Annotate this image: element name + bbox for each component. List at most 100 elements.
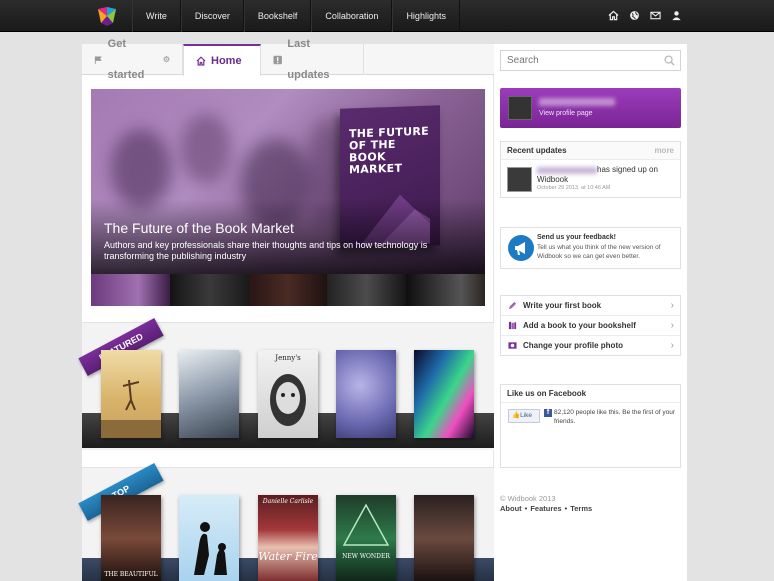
top-book[interactable] xyxy=(179,495,239,581)
top-book[interactable]: THE BEAUTIFUL xyxy=(101,495,161,581)
hero-thumbnail[interactable] xyxy=(91,274,170,306)
featured-book[interactable] xyxy=(336,350,396,438)
update-avatar[interactable] xyxy=(507,167,532,192)
widbook-logo-icon[interactable] xyxy=(96,5,118,27)
photo-icon xyxy=(508,342,517,349)
featured-book[interactable] xyxy=(101,350,161,438)
write-first-book-action[interactable]: Write your first book › xyxy=(501,296,680,316)
update-text: has signed up on xyxy=(597,165,658,174)
quick-actions-box: Write your first book › Add a book to yo… xyxy=(500,295,681,356)
feedback-megaphone-icon xyxy=(508,235,534,261)
book-cover-title: THE BEAUTIFUL xyxy=(104,571,158,578)
footer-features-link[interactable]: Features xyxy=(530,504,561,513)
action-label: Write your first book xyxy=(523,301,602,310)
update-user-redacted xyxy=(537,167,597,174)
hero-shade xyxy=(91,199,485,274)
facebook-icon: f xyxy=(544,409,552,417)
top-book[interactable]: NEW WONDER xyxy=(336,495,396,581)
footer-separator: • xyxy=(564,504,568,513)
alert-icon xyxy=(273,55,282,64)
footer-about-link[interactable]: About xyxy=(500,504,522,513)
facebook-like-button[interactable]: 👍Like xyxy=(508,409,540,423)
tab-home[interactable]: Home xyxy=(183,44,261,76)
nav-collaboration[interactable]: Collaboration xyxy=(311,0,393,32)
hero-slide[interactable]: THE FUTURE OF THE BOOK MARKET The Future… xyxy=(91,89,485,274)
hero-thumbnail-strip xyxy=(91,274,485,306)
top-navigation-bar: Write Discover Bookshelf Collaboration H… xyxy=(0,0,774,32)
hero-thumbnail[interactable] xyxy=(406,274,485,306)
gear-icon: ⚙ xyxy=(162,55,170,64)
books-icon xyxy=(508,321,517,330)
recent-updates-header: Recent updates more xyxy=(501,142,680,160)
chevron-right-icon: › xyxy=(670,320,674,331)
tab-last-updates[interactable]: Last updates xyxy=(261,38,364,81)
top-icon-group xyxy=(608,10,682,21)
main-nav: Write Discover Bookshelf Collaboration H… xyxy=(132,0,460,32)
globe-icon[interactable] xyxy=(629,10,640,21)
hero-thumbnail[interactable] xyxy=(327,274,407,306)
tab-last-updates-label: Last updates xyxy=(287,37,330,81)
top-book[interactable] xyxy=(414,495,474,581)
hero-book-cover-title: THE FUTURE OF THE BOOK MARKET xyxy=(349,124,429,177)
featured-book[interactable] xyxy=(179,350,239,438)
footer-links: About • Features • Terms xyxy=(500,504,592,513)
top-book[interactable]: Danielle Carlisle Water Fire xyxy=(258,495,318,581)
user-icon[interactable] xyxy=(671,10,682,21)
footer-separator: • xyxy=(524,504,528,513)
recent-updates-title: Recent updates xyxy=(507,146,567,155)
home-icon[interactable] xyxy=(608,10,619,21)
facebook-box-title: Like us on Facebook xyxy=(507,389,587,398)
chevron-right-icon: › xyxy=(670,300,674,311)
facebook-like-count: 82,120 people like this. Be the first of… xyxy=(554,409,676,425)
thumbs-up-icon: 👍 xyxy=(512,412,521,419)
action-label: Add a book to your bookshelf xyxy=(523,321,636,330)
flag-icon xyxy=(94,56,102,64)
change-profile-photo-action[interactable]: Change your profile photo › xyxy=(501,336,680,356)
tab-bar: Get started ⚙ Home Last updates xyxy=(82,38,494,81)
nav-highlights[interactable]: Highlights xyxy=(392,0,460,32)
hero-thumbnail[interactable] xyxy=(248,274,328,306)
add-book-bookshelf-action[interactable]: Add a book to your bookshelf › xyxy=(501,316,680,336)
book-cover-title: Jenny's xyxy=(275,354,301,362)
tab-get-started[interactable]: Get started ⚙ xyxy=(82,38,183,81)
chevron-right-icon: › xyxy=(670,340,674,351)
content-column: Get started ⚙ Home Last updates THE FUTU… xyxy=(78,38,494,581)
featured-book[interactable] xyxy=(414,350,474,438)
featured-book[interactable]: Jenny's xyxy=(258,350,318,438)
more-link[interactable]: more xyxy=(654,142,674,160)
nav-discover[interactable]: Discover xyxy=(180,0,244,32)
book-cover-art xyxy=(270,374,306,426)
profile-card[interactable]: View profile page xyxy=(500,88,681,128)
footer-terms-link[interactable]: Terms xyxy=(570,504,592,513)
action-label: Change your profile photo xyxy=(523,341,623,350)
top-shelf: TOP THE BEAUTIFUL Danielle Carlisle Wate… xyxy=(78,462,494,581)
book-cover-art xyxy=(342,503,390,546)
nav-write[interactable]: Write xyxy=(132,0,181,32)
hero-background-figure xyxy=(181,114,231,184)
copyright: © Widbook 2013 xyxy=(500,494,556,503)
book-cover-art xyxy=(101,379,161,438)
book-cover-author: Danielle Carlisle xyxy=(262,498,314,505)
view-profile-link[interactable]: View profile page xyxy=(539,110,593,117)
update-timestamp: October 29 2013, at 10:46 AM xyxy=(537,185,611,191)
tab-get-started-label: Get started xyxy=(107,37,145,81)
pencil-icon xyxy=(508,301,517,310)
profile-name-redacted xyxy=(539,98,615,106)
search-input[interactable] xyxy=(500,50,681,71)
hero-title[interactable]: The Future of the Book Market xyxy=(104,220,294,236)
feedback-title: Send us your feedback! xyxy=(537,234,616,241)
hero-background-figure xyxy=(111,129,171,209)
mail-icon[interactable] xyxy=(650,10,661,21)
nav-bookshelf[interactable]: Bookshelf xyxy=(243,0,312,32)
main-panel: Get started ⚙ Home Last updates THE FUTU… xyxy=(78,38,687,581)
like-button-label: Like xyxy=(520,412,533,419)
book-cover-title: NEW WONDER xyxy=(342,553,390,560)
facebook-box-header: Like us on Facebook xyxy=(501,385,680,403)
facebook-like-box: Like us on Facebook 👍Like f 82,120 peopl… xyxy=(500,384,681,468)
feedback-box[interactable]: Send us your feedback! Tell us what you … xyxy=(500,227,681,269)
tab-home-label: Home xyxy=(211,54,242,67)
search-icon[interactable] xyxy=(664,55,675,66)
home-icon xyxy=(196,56,206,66)
feedback-text: Tell us what you think of the new versio… xyxy=(537,244,661,260)
hero-thumbnail[interactable] xyxy=(169,274,249,306)
